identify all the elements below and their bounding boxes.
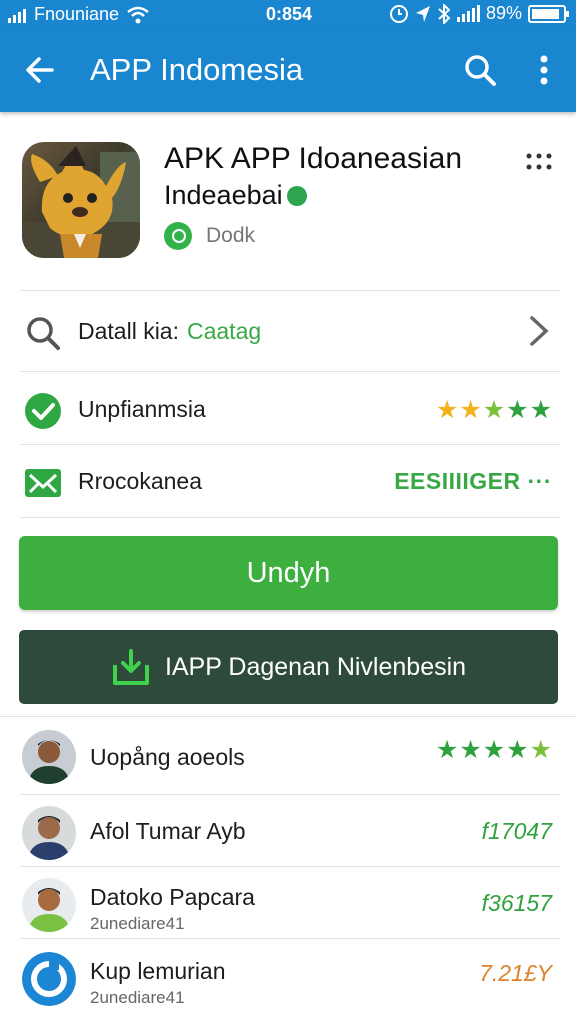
download-button[interactable]: Undyh [19,536,558,610]
carrier-name: Fnouniane [34,4,120,24]
arrow-left-icon[interactable] [20,50,60,90]
avatar [22,952,76,1006]
list-item[interactable]: Uopång aoeols ★ ★ ★ ★ ★ [0,724,576,796]
review-score: f36157 [481,890,552,916]
status-bar: Fnouniane 0:854 89% [0,0,576,30]
grid-menu-icon[interactable] [524,150,554,174]
wifi-icon [127,6,149,23]
search-icon [27,317,60,350]
reviewer-name: Uopång aoeols [90,744,245,770]
star-icon: ★ [529,736,552,764]
bluetooth-icon [438,3,451,24]
developer-badge-icon [164,222,192,250]
secondary-action-button[interactable]: IAPP Dagenan Nivlenbesin [19,630,558,704]
divider [20,371,560,372]
reviewer-name: Afol Tumar Ayb [90,818,246,844]
download-icon [112,649,149,685]
star-icon: ★ [506,396,529,424]
status-left: Fnouniane [8,4,149,25]
info-row-label: Datall kia: Caatag [78,318,261,345]
mascot-app-icon [22,142,140,258]
search-icon[interactable] [460,50,500,90]
avatar [22,878,76,932]
star-rating: ★ ★ ★ ★ ★ [436,738,552,763]
star-icon: ★ [482,396,506,424]
star-icon: ★ [435,396,459,424]
alarm-icon [389,4,408,23]
app-name: APK APP Idoaneasian [164,142,463,175]
info-row-details[interactable]: Datall kia: Caatag [0,296,576,366]
star-icon: ★ [529,396,552,424]
avatar [22,730,76,784]
divider [20,794,560,795]
more-vert-icon[interactable] [528,50,560,90]
mail-icon [25,469,61,497]
star-icon: ★ [459,736,482,764]
app-bar: APP Indomesia [0,30,576,112]
reviewer-name: Datoko Papcara [90,884,255,910]
chevron-right-icon [530,316,549,346]
cell-signal-icon [456,4,480,22]
info-row-rating: Unpfianmsia ★ ★ ★ ★ ★ [0,374,576,444]
divider [0,716,576,717]
app-subtitle: Indeaebai [164,180,283,210]
divider [20,938,560,939]
check-circle-icon [25,393,61,429]
app-subtitle-row: Indeaebai [164,180,307,211]
divider [20,444,560,445]
review-score: 7.21£Y [479,960,552,986]
list-item[interactable]: Datoko Papcara 2unediare41 f36157 [0,872,576,944]
signal-icon [8,7,26,23]
list-item[interactable]: Kup lemurian 2unediare41 7.21£Y [0,946,576,1018]
star-icon: ★ [459,396,482,424]
divider [20,290,560,291]
battery-percent: 89% [485,3,522,23]
divider [20,517,560,518]
verified-icon [286,185,307,206]
battery-fill [532,8,559,19]
download-button-label: Undyh [246,556,331,589]
secondary-button-label: IAPP Dagenan Nivlenbesin [164,652,467,681]
details-label: Datall kia: [78,318,179,344]
star-rating: ★ ★ ★ ★ ★ [436,398,552,423]
developer-row[interactable]: Dodk [164,222,255,250]
divider [20,866,560,867]
clock: 0:854 [266,4,313,24]
battery-icon [528,4,569,23]
reviewer-meta: 2unediare41 [90,988,185,1007]
location-icon [415,5,430,22]
recommend-value: EESIIIIGER ··· [394,468,552,494]
star-icon: ★ [482,736,506,764]
app-bar-title: APP Indomesia [90,52,304,87]
star-icon: ★ [506,736,529,764]
star-icon: ★ [435,736,459,764]
recommend-label: Rrocokanea [78,468,203,494]
review-score: f17047 [481,818,552,844]
details-value: Caatag [186,318,262,344]
reviewer-meta: 2unediare41 [90,914,185,933]
status-right: 89% [389,3,569,24]
list-item[interactable]: Afol Tumar Ayb f17047 [0,800,576,872]
rating-label: Unpfianmsia [78,396,206,422]
reviewer-name: Kup lemurian [90,958,226,984]
developer-name: Dodk [206,224,256,247]
info-row-recommend[interactable]: Rrocokanea EESIIIIGER ··· [0,446,576,516]
avatar [22,806,76,860]
